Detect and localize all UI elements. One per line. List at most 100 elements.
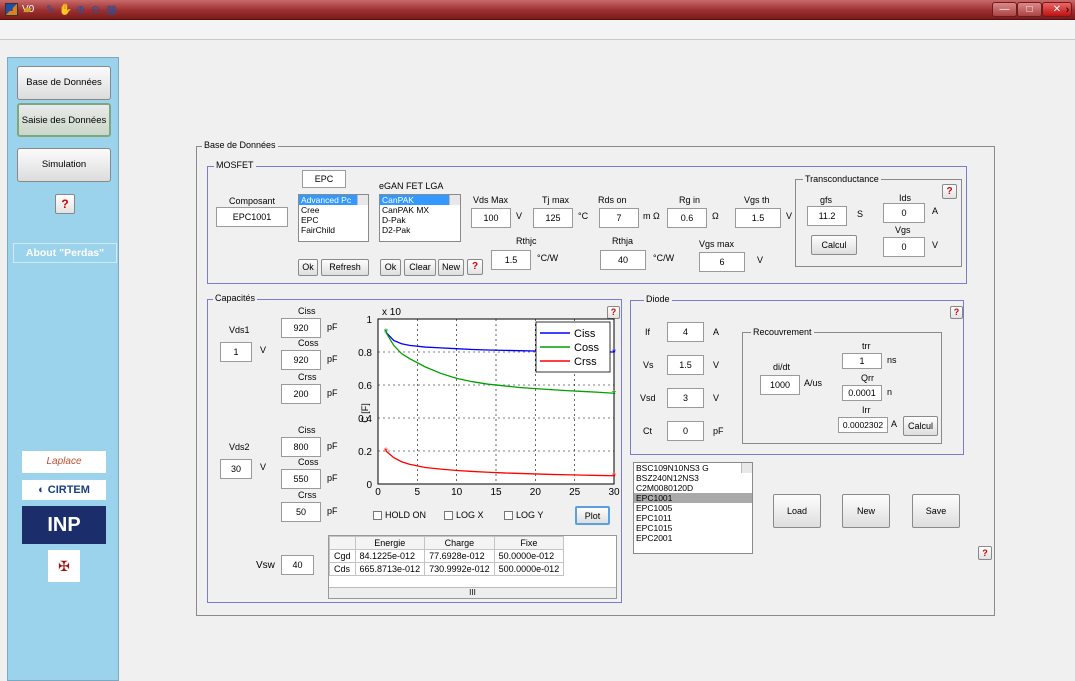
table-cell[interactable]: Cds — [329, 562, 356, 576]
save-button[interactable]: Save — [912, 494, 960, 528]
sidebar-item-simulation[interactable]: Simulation — [17, 148, 111, 182]
rthjc-field[interactable]: 1.5 — [491, 250, 531, 270]
checkbox-box[interactable] — [444, 511, 453, 521]
table-horizontal-scrollbar[interactable]: III — [329, 587, 616, 598]
list-item[interactable]: EPC1005 — [634, 503, 752, 513]
rg-in-field[interactable]: 0.6 — [667, 208, 707, 228]
ids-field[interactable]: 0 — [883, 203, 925, 223]
list-item[interactable]: CanPAK MX — [380, 205, 460, 215]
diode-help-button[interactable]: ? — [950, 306, 963, 319]
save-icon[interactable]: ▪ — [4, 3, 19, 17]
open-folder-icon[interactable]: ▰ — [20, 3, 35, 17]
ciss1-field[interactable]: 920 — [281, 318, 321, 338]
database-help-button[interactable]: ? — [978, 546, 992, 560]
transconductance-help-button[interactable]: ? — [942, 184, 957, 199]
clear-button[interactable]: Clear — [404, 259, 436, 276]
table-cell[interactable]: 50.0000e-012 — [493, 549, 565, 563]
sidebar-item-base-de-donnees[interactable]: Base de Données — [17, 66, 111, 100]
grid-icon[interactable]: ▦ — [104, 3, 119, 17]
refresh-button[interactable]: Refresh — [321, 259, 369, 276]
vds1-field[interactable]: 1 — [220, 342, 252, 362]
vsd-field[interactable]: 3 — [667, 388, 704, 408]
checkbox-box[interactable] — [504, 511, 513, 521]
irr-field[interactable]: 0.0002302 — [838, 417, 888, 433]
composant-field[interactable]: EPC1001 — [216, 207, 288, 227]
maximize-button[interactable]: □ — [1017, 2, 1042, 17]
list-item[interactable]: Cree — [299, 205, 368, 215]
table-cell[interactable]: 665.8713e-012 — [354, 562, 426, 576]
transconductance-calcul-button[interactable]: Calcul — [811, 235, 857, 255]
list-item[interactable]: EPC1011 — [634, 513, 752, 523]
list-item[interactable]: D2-Pak — [380, 225, 460, 235]
ok-package-button[interactable]: Ok — [380, 259, 401, 276]
table-cell[interactable]: Cgd — [329, 549, 356, 563]
coss2-field[interactable]: 550 — [281, 469, 321, 489]
list-scrollbar[interactable] — [357, 195, 368, 205]
tj-max-field[interactable]: 125 — [533, 208, 573, 228]
log-y-checkbox[interactable]: LOG Y — [504, 510, 543, 521]
pan-hand-icon[interactable]: ✋ — [58, 3, 73, 17]
recouvrement-calcul-button[interactable]: Calcul — [903, 416, 938, 436]
crss2-field[interactable]: 50 — [281, 502, 321, 522]
zoom-out-icon[interactable]: ⊖ — [88, 3, 103, 17]
list-scrollbar[interactable] — [741, 463, 752, 473]
rds-on-field[interactable]: 7 — [599, 208, 639, 228]
vgs-th-field[interactable]: 1.5 — [735, 208, 781, 228]
vgs-max-field[interactable]: 6 — [699, 252, 745, 272]
list-scrollbar[interactable] — [449, 195, 460, 205]
load-button[interactable]: Load — [773, 494, 821, 528]
manufacturer-list[interactable]: Advanced Pc Cree EPC FairChild — [298, 194, 369, 242]
new-button[interactable]: New — [842, 494, 890, 528]
list-item[interactable]: EPC1001 — [634, 493, 752, 503]
if-field[interactable]: 4 — [667, 322, 704, 342]
data-cursor-icon[interactable]: ✎ — [43, 3, 58, 17]
list-item[interactable]: BSZ240N12NS3 — [634, 473, 752, 483]
vds2-field[interactable]: 30 — [220, 459, 252, 479]
zoom-in-icon[interactable]: ⊕ — [73, 3, 88, 17]
about-button[interactable]: About "Perdas" — [13, 243, 117, 263]
gfs-field[interactable]: 11.2 — [807, 206, 847, 226]
rg-in-label: Rg in — [679, 195, 701, 205]
plot-button[interactable]: Plot — [575, 506, 610, 525]
crss1-field[interactable]: 200 — [281, 384, 321, 404]
ciss2-field[interactable]: 800 — [281, 437, 321, 457]
new-package-button[interactable]: New — [438, 259, 464, 276]
list-item[interactable]: FairChild — [299, 225, 368, 235]
package-list[interactable]: CanPAK CanPAK MX D-Pak D2-Pak — [379, 194, 461, 242]
trr-field[interactable]: 1 — [842, 353, 882, 369]
epc-field[interactable]: EPC — [302, 170, 346, 188]
table-cell[interactable]: 730.9992e-012 — [424, 562, 495, 576]
vds-max-field[interactable]: 100 — [471, 208, 511, 228]
table-cell[interactable]: 77.6928e-012 — [424, 549, 495, 563]
ok-manufacturer-button[interactable]: Ok — [298, 259, 318, 276]
checkbox-box[interactable] — [373, 511, 382, 521]
list-item[interactable]: C2M0080120D — [634, 483, 752, 493]
table-row[interactable]: Cgd 84.1225e-012 77.6928e-012 50.0000e-012 — [329, 549, 565, 563]
scrollbar-thumb[interactable]: III — [469, 588, 476, 597]
toolbar-overflow-icon[interactable]: › — [1060, 3, 1075, 17]
qrr-field[interactable]: 0.0001 — [842, 385, 882, 401]
list-item[interactable]: EPC2001 — [634, 533, 752, 543]
ct-field[interactable]: 0 — [667, 421, 704, 441]
didt-field[interactable]: 1000 — [760, 375, 800, 395]
table-cell[interactable]: 84.1225e-012 — [354, 549, 426, 563]
table-cell[interactable]: 500.0000e-012 — [493, 562, 565, 576]
coss1-field[interactable]: 920 — [281, 350, 321, 370]
table-row[interactable]: Cds 665.8713e-012 730.9992e-012 500.0000e-0… — [329, 562, 565, 576]
list-item[interactable]: EPC — [299, 215, 368, 225]
minimize-button[interactable]: — — [992, 2, 1017, 17]
mosfet-help-button[interactable]: ? — [467, 259, 483, 275]
log-x-checkbox[interactable]: LOG X — [444, 510, 484, 521]
rthja-field[interactable]: 40 — [600, 250, 646, 270]
component-database-list[interactable]: BSC109N10NS3 G BSZ240N12NS3 C2M0080120D EPC… — [633, 462, 753, 554]
vsw-field[interactable]: 40 — [281, 555, 314, 575]
list-item[interactable]: CanPAK — [380, 195, 460, 205]
hold-on-checkbox[interactable]: HOLD ON — [373, 510, 426, 521]
sidebar-item-saisie-des-donnees[interactable]: Saisie des Données — [17, 103, 111, 137]
list-item[interactable]: EPC1015 — [634, 523, 752, 533]
sidebar-help-button[interactable]: ? — [55, 194, 75, 214]
list-item[interactable]: BSC109N10NS3 G — [634, 463, 752, 473]
vs-field[interactable]: 1.5 — [667, 355, 704, 375]
vgs-field[interactable]: 0 — [883, 237, 925, 257]
list-item[interactable]: D-Pak — [380, 215, 460, 225]
